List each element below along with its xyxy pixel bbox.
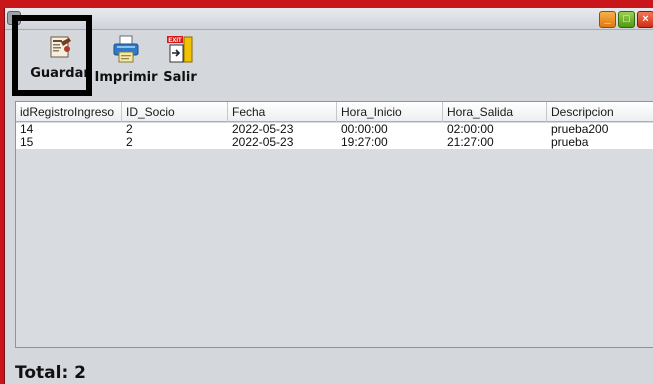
printer-icon — [113, 35, 139, 63]
exit-button[interactable]: EXIT Salir — [157, 34, 203, 94]
title-bar: _ □ × — [5, 8, 653, 30]
outer-frame — [0, 0, 653, 8]
main-window: _ □ × Guardar Imprimir EXIT Salir idRegi… — [4, 8, 653, 384]
exit-door-icon: EXIT — [167, 36, 193, 63]
print-label: Imprimir — [94, 70, 158, 85]
column-header[interactable]: Hora_Inicio — [337, 102, 443, 122]
table-cell: 2 — [126, 122, 133, 136]
table-cell: prueba — [551, 135, 589, 149]
total-count: Total: 2 — [15, 363, 86, 383]
exit-sign-text: EXIT — [168, 38, 182, 44]
column-header[interactable]: Hora_Salida — [443, 102, 547, 122]
column-header[interactable]: Descripcion — [547, 102, 653, 122]
table-cell: 15 — [20, 135, 34, 149]
table-cell: 2022-05-23 — [232, 135, 294, 149]
column-header[interactable]: ID_Socio — [122, 102, 228, 122]
table-cell: 2 — [126, 135, 133, 149]
window-menu-icon[interactable] — [7, 11, 21, 25]
column-header[interactable]: Fecha — [228, 102, 337, 122]
table-cell: 19:27:00 — [341, 135, 388, 149]
save-label: Guardar — [30, 66, 90, 81]
maximize-button[interactable]: □ — [618, 11, 635, 28]
print-button[interactable]: Imprimir — [93, 34, 159, 94]
records-table[interactable]: idRegistroIngreso ID_Socio Fecha Hora_In… — [15, 101, 653, 348]
save-document-icon — [50, 36, 71, 58]
table-header: idRegistroIngreso ID_Socio Fecha Hora_In… — [16, 102, 653, 122]
table-cell: 21:27:00 — [447, 135, 494, 149]
column-header[interactable]: idRegistroIngreso — [16, 102, 122, 122]
toolbar: Guardar Imprimir EXIT Salir — [5, 30, 653, 98]
exit-label: Salir — [163, 70, 197, 85]
minimize-button[interactable]: _ — [599, 11, 616, 28]
table-row[interactable]: 15 2 2022-05-23 19:27:00 21:27:00 prueba — [16, 136, 653, 149]
table-body: 14 2 2022-05-23 00:00:00 02:00:00 prueba… — [16, 123, 653, 149]
save-button[interactable]: Guardar — [25, 34, 95, 94]
close-button[interactable]: × — [637, 11, 653, 28]
